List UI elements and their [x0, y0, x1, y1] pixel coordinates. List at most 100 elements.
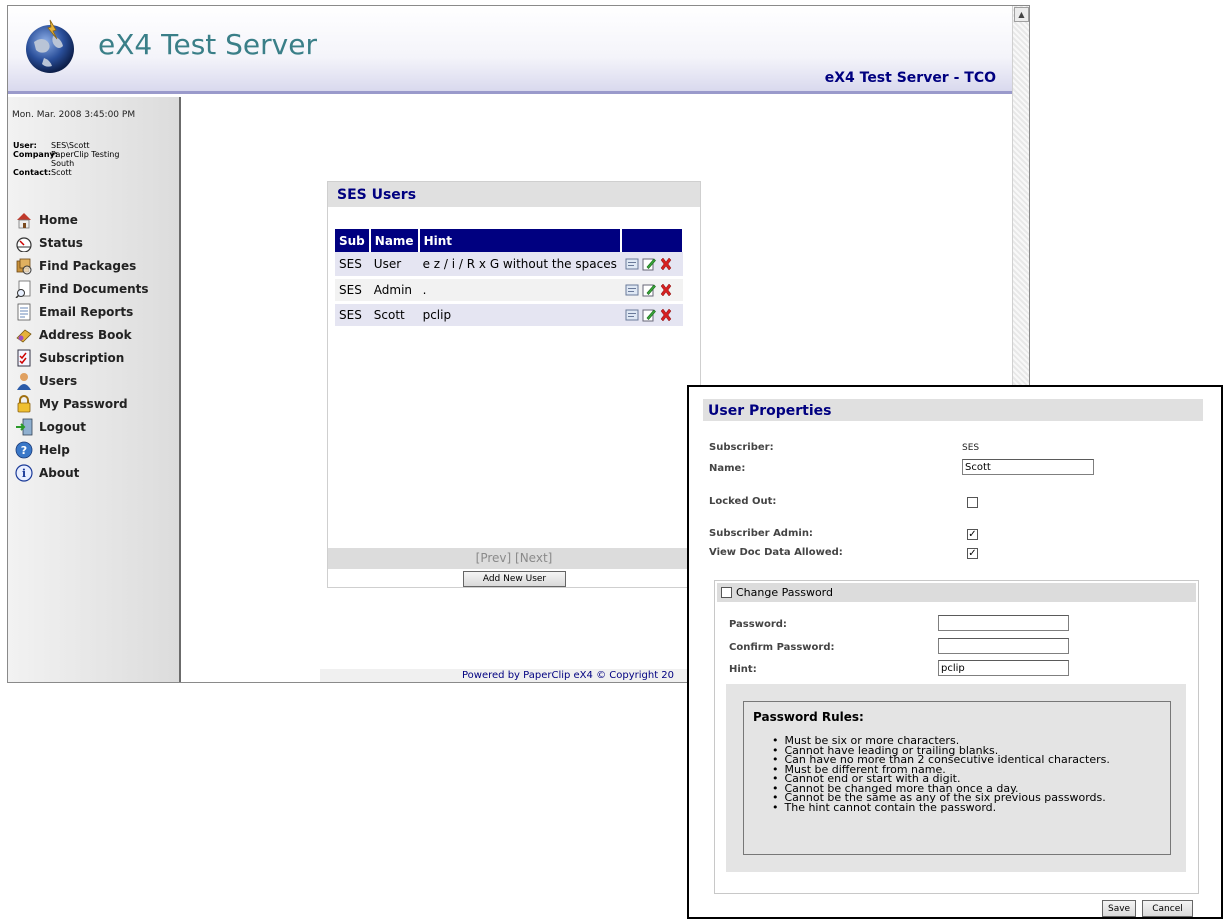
help-icon: ? — [15, 441, 33, 458]
add-user-button[interactable]: Add New User — [463, 571, 566, 587]
sidebar-item-label: Address Book — [39, 327, 132, 342]
contact-label: Contact: — [13, 168, 52, 177]
confirm-password-label: Confirm Password: — [729, 642, 835, 653]
app-header: eX4 Test Server eX4 Test Server - TCO — [8, 6, 1012, 94]
sidebar-item-label: Users — [39, 373, 78, 388]
column-header-actions — [620, 229, 684, 252]
table-header-row: Sub Name Hint — [335, 229, 684, 252]
cell-sub: SES — [335, 277, 370, 304]
cell-name: Scott — [369, 302, 419, 329]
sidebar-nav: Home Status Find Packages Find Documents… — [15, 208, 149, 484]
edit-icon[interactable] — [642, 257, 656, 271]
address-book-icon — [16, 328, 32, 343]
svg-text:i: i — [22, 467, 26, 480]
sidebar-item-find-packages[interactable]: Find Packages — [15, 254, 149, 277]
company-value: PaperClip Testing South — [51, 150, 120, 168]
pager[interactable]: [Prev] [Next] — [328, 548, 700, 569]
svg-text:?: ? — [21, 444, 27, 457]
packages-icon — [16, 258, 32, 274]
delete-icon[interactable] — [659, 283, 673, 297]
column-header-hint: Hint — [418, 229, 622, 252]
password-rules-box: Password Rules: Must be six or more char… — [743, 701, 1171, 855]
dialog-title: User Properties — [703, 399, 1203, 421]
subscriber-admin-checkbox[interactable]: ✓ — [967, 529, 978, 540]
app-title: eX4 Test Server — [98, 28, 317, 61]
sidebar-item-label: Status — [39, 235, 83, 250]
change-password-section: Change Password Password: Confirm Passwo… — [714, 580, 1199, 894]
table-row: SES Scott pclip — [335, 302, 683, 329]
contact-value: Scott — [51, 168, 72, 177]
sidebar-item-subscription[interactable]: Subscription — [15, 346, 149, 369]
user-properties-dialog: User Properties Subscriber: SES Name: Lo… — [687, 385, 1223, 919]
sidebar-item-label: Find Packages — [39, 258, 137, 273]
password-rules-title: Password Rules: — [753, 710, 864, 724]
sidebar-item-label: Find Documents — [39, 281, 149, 296]
view-properties-icon[interactable] — [625, 308, 639, 322]
cell-sub: SES — [335, 302, 370, 329]
current-datetime: Mon. Mar. 2008 3:45:00 PM — [12, 110, 136, 120]
delete-icon[interactable] — [659, 257, 673, 271]
sidebar-item-users[interactable]: Users — [15, 369, 149, 392]
locked-out-checkbox[interactable] — [967, 497, 978, 508]
subscriber-admin-label: Subscriber Admin: — [709, 528, 813, 539]
cell-hint: e z / i / R x G without the spaces — [418, 252, 621, 279]
users-table: Sub Name Hint SES User e z / i / R x G w… — [335, 229, 684, 329]
users-panel-title: SES Users — [328, 182, 700, 207]
sidebar-item-logout[interactable]: Logout — [15, 415, 149, 438]
scroll-up-button[interactable]: ▲ — [1014, 7, 1029, 22]
sidebar-item-address-book[interactable]: Address Book — [15, 323, 149, 346]
gauge-icon — [16, 236, 32, 252]
report-icon — [17, 303, 31, 320]
user-label: User: — [13, 141, 37, 150]
cell-hint: pclip — [418, 302, 621, 329]
edit-icon[interactable] — [642, 283, 656, 297]
change-password-checkbox[interactable] — [721, 587, 732, 598]
table-row: SES User e z / i / R x G without the spa… — [335, 252, 683, 279]
confirm-password-input[interactable] — [938, 638, 1069, 654]
sidebar-item-label: Logout — [39, 419, 87, 434]
sidebar-item-help[interactable]: ? Help — [15, 438, 149, 461]
edit-icon[interactable] — [642, 308, 656, 322]
user-value: SES\Scott — [51, 141, 90, 150]
cell-actions — [620, 252, 683, 279]
sidebar-item-home[interactable]: Home — [15, 208, 149, 231]
sidebar: Mon. Mar. 2008 3:45:00 PM User: SES\Scott… — [8, 97, 181, 682]
sidebar-item-email-reports[interactable]: Email Reports — [15, 300, 149, 323]
sidebar-item-label: Help — [39, 442, 70, 457]
sidebar-item-about[interactable]: i About — [15, 461, 149, 484]
change-password-header: Change Password — [717, 583, 1196, 602]
name-input[interactable] — [962, 459, 1094, 475]
column-header-name: Name — [369, 229, 420, 252]
logout-icon — [16, 418, 33, 435]
sidebar-item-label: Email Reports — [39, 304, 134, 319]
cell-sub: SES — [335, 252, 370, 279]
globe-logo-icon — [26, 19, 74, 73]
hint-input[interactable] — [938, 660, 1069, 676]
password-input[interactable] — [938, 615, 1069, 631]
footer-text: Powered by PaperClip eX4 © Copyright 20 — [462, 670, 675, 681]
sidebar-item-label: Home — [39, 212, 78, 227]
delete-icon[interactable] — [659, 308, 673, 322]
view-doc-checkbox[interactable]: ✓ — [967, 548, 978, 559]
save-button[interactable]: Save — [1102, 900, 1136, 917]
cell-actions — [620, 277, 683, 304]
company-info-row: Company:PaperClip Testing South — [13, 150, 123, 168]
password-rules-list: Must be six or more characters. Cannot h… — [772, 735, 1110, 812]
sidebar-item-label: My Password — [39, 396, 128, 411]
cell-name: User — [369, 252, 419, 279]
view-properties-icon[interactable] — [625, 257, 639, 271]
cancel-button[interactable]: Cancel — [1142, 900, 1193, 917]
change-password-label: Change Password — [736, 586, 833, 599]
cell-hint: . — [418, 277, 621, 304]
cell-actions — [620, 302, 683, 329]
sidebar-item-my-password[interactable]: My Password — [15, 392, 149, 415]
contact-info-row: Contact:Scott — [13, 168, 141, 177]
sidebar-item-find-documents[interactable]: Find Documents — [15, 277, 149, 300]
info-icon: i — [15, 463, 33, 482]
view-properties-icon[interactable] — [625, 283, 639, 297]
name-label: Name: — [709, 463, 746, 474]
locked-out-label: Locked Out: — [709, 496, 777, 507]
sidebar-item-status[interactable]: Status — [15, 231, 149, 254]
users-panel: SES Users Sub Name Hint SES User e z / i… — [327, 181, 701, 588]
table-row: SES Admin . — [335, 277, 683, 304]
